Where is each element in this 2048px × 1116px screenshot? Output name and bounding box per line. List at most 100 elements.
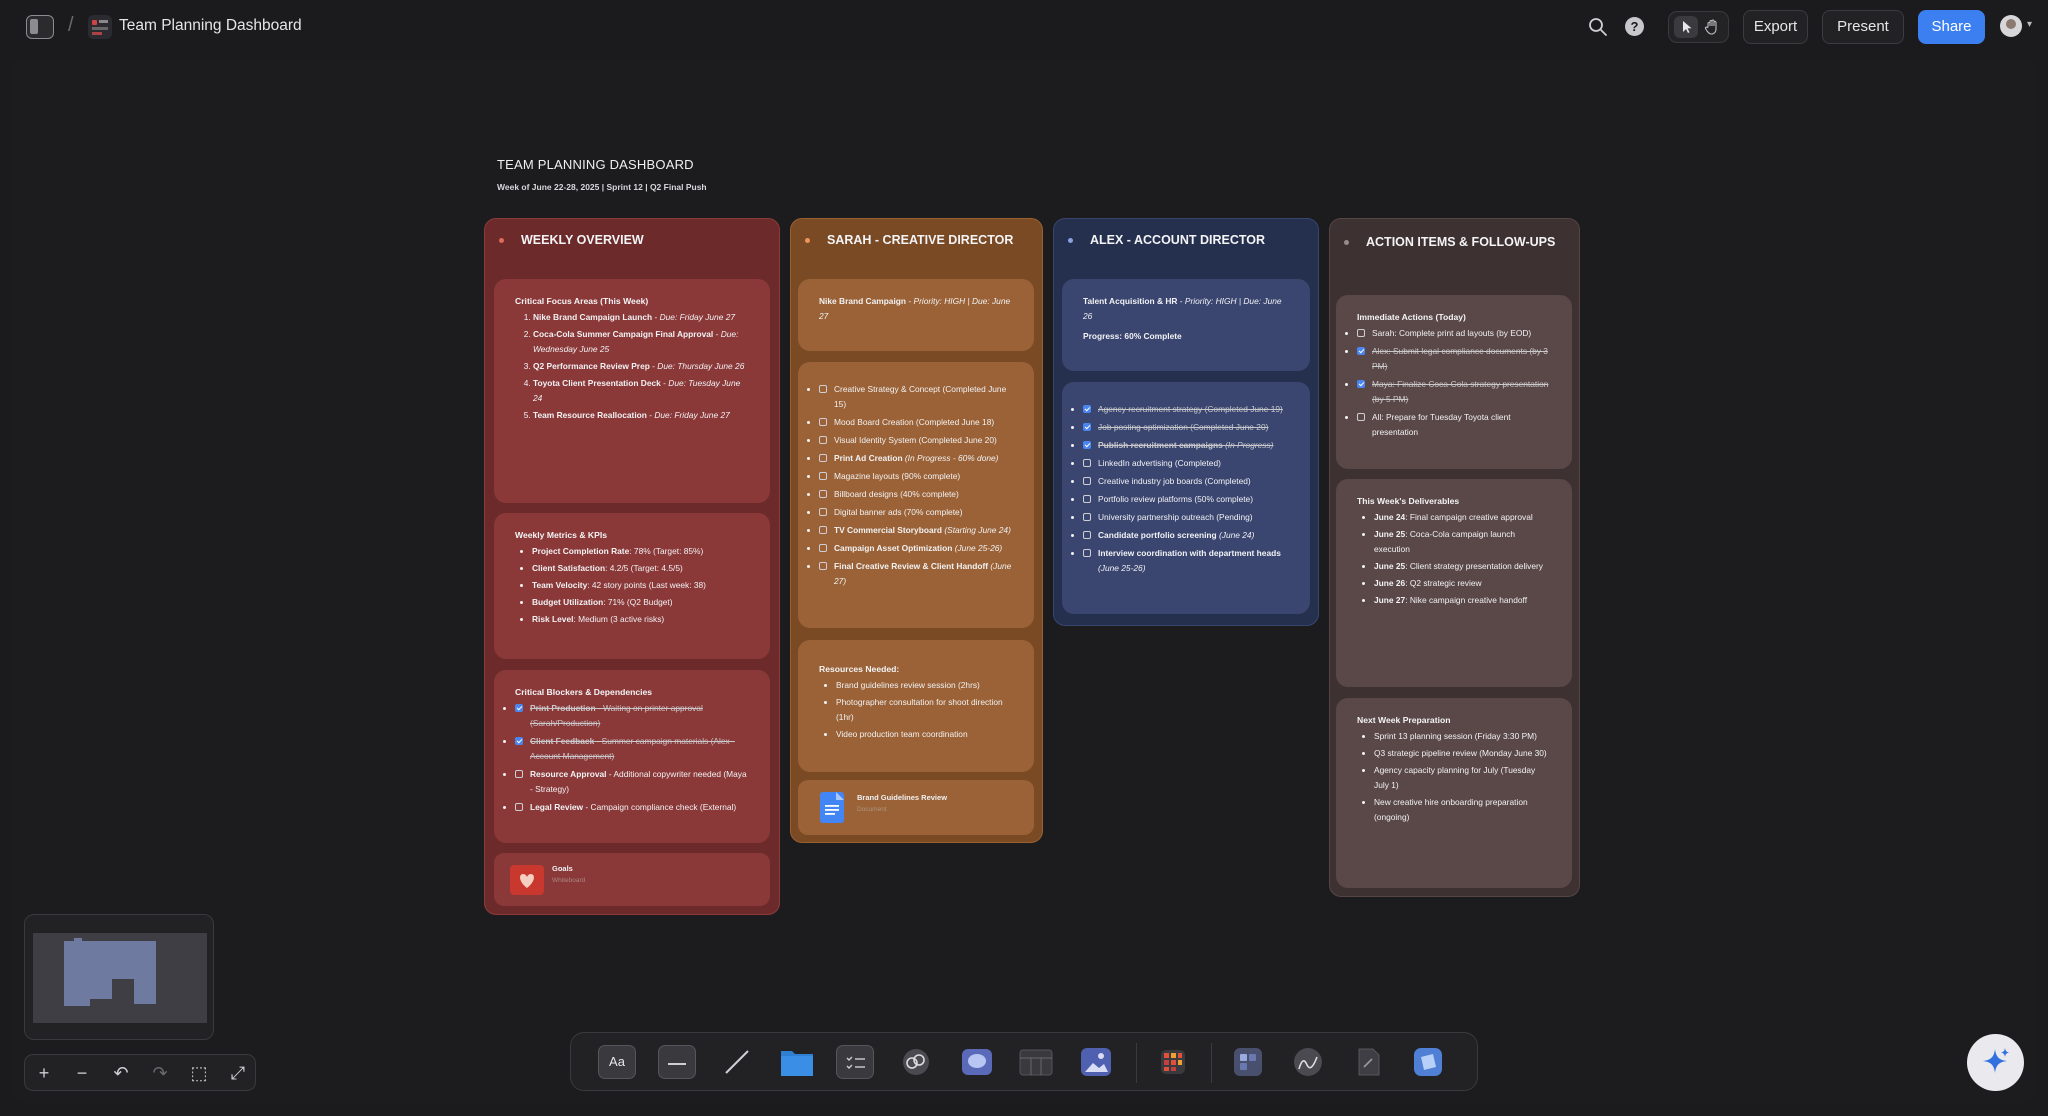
card-weekly-metrics[interactable]: Weekly Metrics & KPIs Project Completion…: [494, 513, 770, 659]
card-nike-campaign[interactable]: Nike Brand Campaign - Priority: HIGH | D…: [798, 279, 1034, 351]
folder-icon[interactable]: [778, 1045, 816, 1079]
minimap[interactable]: [24, 914, 214, 1040]
pointer-icon[interactable]: [1674, 16, 1698, 38]
checkbox-icon[interactable]: [819, 562, 827, 570]
item-text: Magazine layouts (90% complete): [834, 471, 961, 481]
widget-icon[interactable]: [1229, 1045, 1267, 1079]
embed-brand-guidelines-doc[interactable]: Brand Guidelines Review Document: [798, 780, 1034, 835]
table-icon[interactable]: [1017, 1045, 1055, 1079]
checkbox-icon[interactable]: [1083, 549, 1091, 557]
checklist-icon[interactable]: [836, 1045, 874, 1079]
checkbox-icon[interactable]: [819, 526, 827, 534]
checkbox-icon[interactable]: [1357, 413, 1365, 421]
item-text: Portfolio review platforms (50% complete…: [1098, 494, 1253, 504]
embed-type: Whiteboard: [552, 877, 586, 884]
checkbox-icon[interactable]: [819, 418, 827, 426]
item-text: Creative Strategy & Concept (Completed J…: [834, 384, 1007, 409]
image-icon[interactable]: [1077, 1045, 1115, 1079]
checkbox-icon[interactable]: [819, 508, 827, 516]
search-icon[interactable]: [1588, 17, 1608, 37]
apps-grid-icon[interactable]: [1154, 1045, 1192, 1079]
card-next-week[interactable]: Next Week Preparation Sprint 13 planning…: [1336, 698, 1572, 888]
checked-checkbox-icon[interactable]: [1357, 347, 1365, 355]
checkbox-icon[interactable]: [819, 490, 827, 498]
checkbox-icon[interactable]: [1083, 495, 1091, 503]
sidebar-toggle-icon[interactable]: [26, 15, 54, 39]
minimap-block: [64, 941, 90, 1006]
checkbox-icon[interactable]: [819, 544, 827, 552]
checklist-item: Billboard designs (40% complete): [819, 487, 1014, 502]
card-resources[interactable]: Resources Needed: Brand guidelines revie…: [798, 640, 1034, 772]
document-title[interactable]: Team Planning Dashboard: [119, 17, 302, 35]
zoom-out-icon[interactable]: −: [71, 1062, 93, 1084]
present-button[interactable]: Present: [1822, 10, 1904, 44]
card-critical-focus[interactable]: Critical Focus Areas (This Week) Nike Br…: [494, 279, 770, 503]
checkbox-icon[interactable]: [819, 436, 827, 444]
ai-shapes-icon[interactable]: [1409, 1045, 1447, 1079]
checklist-item: Print Ad Creation (In Progress - 60% don…: [819, 451, 1014, 466]
comment-icon[interactable]: [958, 1045, 996, 1079]
item-bold-text: Print Production: [530, 703, 596, 713]
checkbox-icon[interactable]: [1083, 477, 1091, 485]
insert-toolbar: Aa: [570, 1032, 1478, 1091]
checkbox-icon[interactable]: [1083, 459, 1091, 467]
sparkle-icon: [1983, 1048, 2009, 1073]
chevron-down-icon[interactable]: ▾: [2027, 19, 2032, 30]
checklist-item: Portfolio review platforms (50% complete…: [1083, 492, 1290, 507]
zoom-in-icon[interactable]: +: [33, 1062, 55, 1084]
bullet-dot-icon: [805, 238, 810, 243]
undo-icon[interactable]: ↶: [110, 1062, 132, 1084]
fullscreen-icon[interactable]: ⤢: [227, 1062, 249, 1084]
checklist-item-text: Final Creative Review & Client Handoff (…: [834, 561, 1011, 586]
item-text: -: [713, 329, 721, 339]
item-bold-text: Publish recruitment campaigns: [1098, 440, 1223, 450]
checklist-item-text: Print Ad Creation (In Progress - 60% don…: [834, 453, 998, 463]
checked-checkbox-icon[interactable]: [515, 737, 523, 745]
checkbox-icon[interactable]: [819, 472, 827, 480]
item-bold-text: Campaign Asset Optimization: [834, 543, 953, 553]
help-icon[interactable]: ?: [1625, 17, 1644, 36]
checked-checkbox-icon[interactable]: [1083, 423, 1091, 431]
sticky-note-icon[interactable]: [658, 1045, 696, 1079]
checkbox-icon[interactable]: [819, 454, 827, 462]
redo-icon[interactable]: ↷: [149, 1062, 171, 1084]
checked-checkbox-icon[interactable]: [515, 704, 523, 712]
checkbox-icon[interactable]: [1357, 329, 1365, 337]
embed-goals-whiteboard[interactable]: Goals Whiteboard: [494, 853, 770, 906]
embed-title: Brand Guidelines Review: [857, 793, 948, 802]
card-blockers[interactable]: Critical Blockers & Dependencies Print P…: [494, 670, 770, 843]
ai-assistant-button[interactable]: [1967, 1034, 2024, 1091]
checked-checkbox-icon[interactable]: [1357, 380, 1365, 388]
checklist-item: Final Creative Review & Client Handoff (…: [819, 559, 1014, 589]
share-button[interactable]: Share: [1918, 10, 1985, 44]
draw-icon[interactable]: [1289, 1045, 1327, 1079]
fit-to-screen-icon[interactable]: ⬚: [188, 1062, 210, 1084]
checkbox-icon[interactable]: [819, 385, 827, 393]
checkbox-icon[interactable]: [1083, 513, 1091, 521]
checked-checkbox-icon[interactable]: [1083, 405, 1091, 413]
hand-icon[interactable]: [1700, 16, 1724, 38]
checkbox-icon[interactable]: [515, 803, 523, 811]
minimap-block: [134, 941, 156, 1004]
line-tool-icon[interactable]: [718, 1045, 756, 1079]
list-item: Agency capacity planning for July (Tuesd…: [1374, 763, 1552, 793]
link-icon[interactable]: [897, 1045, 935, 1079]
avatar[interactable]: [2000, 15, 2022, 37]
item-bold-text: Risk Level: [532, 614, 574, 624]
card-deliverables[interactable]: This Week's Deliverables June 24: Final …: [1336, 479, 1572, 687]
checkbox-icon[interactable]: [1083, 531, 1091, 539]
card-sarah-tasks[interactable]: Creative Strategy & Concept (Completed J…: [798, 362, 1034, 628]
card-talent-acquisition[interactable]: Talent Acquisition & HR - Priority: HIGH…: [1062, 279, 1310, 371]
card-immediate-actions[interactable]: Immediate Actions (Today) Sarah: Complet…: [1336, 295, 1572, 469]
checklist-item: Visual Identity System (Completed June 2…: [819, 433, 1014, 448]
export-button[interactable]: Export: [1743, 10, 1808, 44]
text-tool-icon[interactable]: Aa: [598, 1045, 636, 1079]
checked-checkbox-icon[interactable]: [1083, 441, 1091, 449]
list-item: Project Completion Rate: 78% (Target: 85…: [532, 544, 750, 559]
checklist-item-text: Interview coordination with department h…: [1098, 548, 1281, 573]
card-alex-tasks[interactable]: Agency recruitment strategy (Completed J…: [1062, 382, 1310, 614]
checkbox-icon[interactable]: [515, 770, 523, 778]
item-bold-text: Client Feedback: [530, 736, 595, 746]
blockers-checklist: Print Production - Waiting on printer ap…: [515, 701, 750, 815]
document-icon[interactable]: [1349, 1045, 1387, 1079]
